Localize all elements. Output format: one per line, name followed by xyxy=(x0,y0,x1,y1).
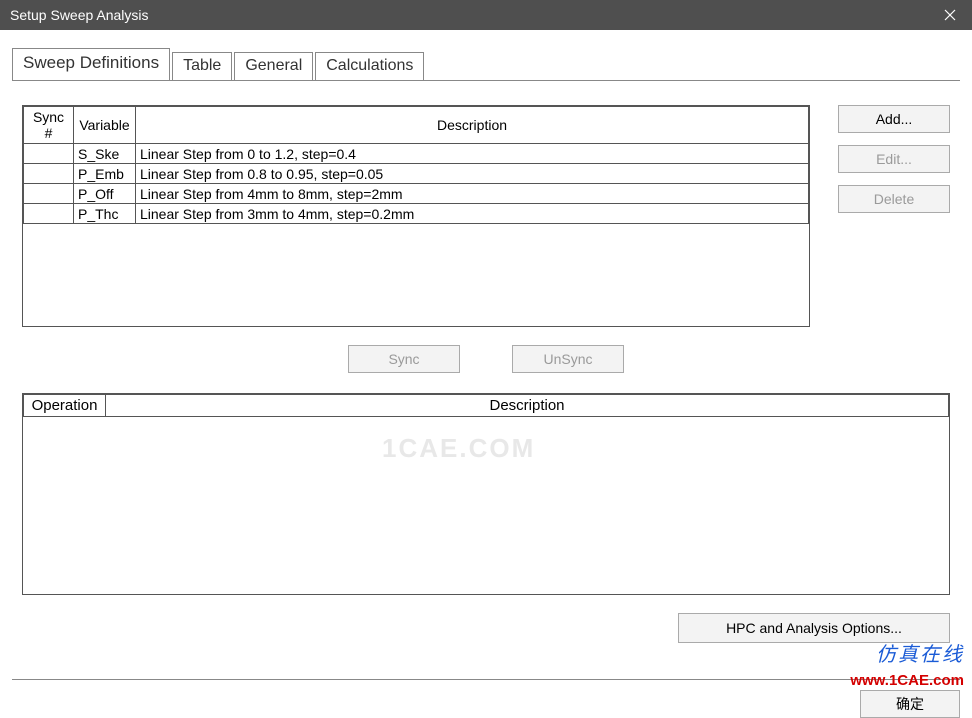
tab-sweep-definitions[interactable]: Sweep Definitions xyxy=(12,48,170,80)
cell-sync[interactable] xyxy=(24,204,74,224)
button-column: Add... Edit... Delete xyxy=(838,105,950,327)
tab-calculations[interactable]: Calculations xyxy=(315,52,424,81)
sync-button[interactable]: Sync xyxy=(348,345,460,373)
table-row[interactable]: S_Ske Linear Step from 0 to 1.2, step=0.… xyxy=(24,144,809,164)
col-header-sync[interactable]: Sync # xyxy=(24,107,74,144)
operation-table[interactable]: Operation Description xyxy=(22,393,950,595)
edit-button[interactable]: Edit... xyxy=(838,145,950,173)
sync-buttons: Sync UnSync xyxy=(22,345,950,373)
table-row[interactable]: P_Emb Linear Step from 0.8 to 0.95, step… xyxy=(24,164,809,184)
ok-button[interactable]: 确定 xyxy=(860,690,960,718)
delete-button[interactable]: Delete xyxy=(838,185,950,213)
tab-bar: Sweep Definitions Table General Calculat… xyxy=(12,48,960,80)
cell-description[interactable]: Linear Step from 3mm to 4mm, step=0.2mm xyxy=(136,204,809,224)
titlebar: Setup Sweep Analysis xyxy=(0,0,972,30)
tab-table[interactable]: Table xyxy=(172,52,232,81)
col-header-operation[interactable]: Operation xyxy=(24,395,106,417)
dialog-content: Sweep Definitions Table General Calculat… xyxy=(0,30,972,665)
hpc-options-button[interactable]: HPC and Analysis Options... xyxy=(678,613,950,643)
cell-variable[interactable]: P_Off xyxy=(74,184,136,204)
cell-sync[interactable] xyxy=(24,144,74,164)
close-icon xyxy=(944,9,956,21)
dialog-buttons: 确定 xyxy=(12,679,960,718)
table-row[interactable]: P_Off Linear Step from 4mm to 8mm, step=… xyxy=(24,184,809,204)
cell-sync[interactable] xyxy=(24,164,74,184)
sweep-area: Sync # Variable Description S_Ske Linear… xyxy=(22,105,950,327)
cell-variable[interactable]: S_Ske xyxy=(74,144,136,164)
window-title: Setup Sweep Analysis xyxy=(10,7,927,23)
close-button[interactable] xyxy=(927,0,972,30)
col-header-op-description[interactable]: Description xyxy=(106,395,949,417)
unsync-button[interactable]: UnSync xyxy=(512,345,624,373)
sweep-table[interactable]: Sync # Variable Description S_Ske Linear… xyxy=(22,105,810,327)
col-header-variable[interactable]: Variable xyxy=(74,107,136,144)
cell-description[interactable]: Linear Step from 0.8 to 0.95, step=0.05 xyxy=(136,164,809,184)
add-button[interactable]: Add... xyxy=(838,105,950,133)
cell-variable[interactable]: P_Thc xyxy=(74,204,136,224)
cell-description[interactable]: Linear Step from 0 to 1.2, step=0.4 xyxy=(136,144,809,164)
cell-variable[interactable]: P_Emb xyxy=(74,164,136,184)
tab-general[interactable]: General xyxy=(234,52,313,81)
col-header-description[interactable]: Description xyxy=(136,107,809,144)
cell-sync[interactable] xyxy=(24,184,74,204)
hpc-row: HPC and Analysis Options... xyxy=(22,613,950,643)
cell-description[interactable]: Linear Step from 4mm to 8mm, step=2mm xyxy=(136,184,809,204)
table-row[interactable]: P_Thc Linear Step from 3mm to 4mm, step=… xyxy=(24,204,809,224)
tab-panel: Sync # Variable Description S_Ske Linear… xyxy=(12,80,960,653)
